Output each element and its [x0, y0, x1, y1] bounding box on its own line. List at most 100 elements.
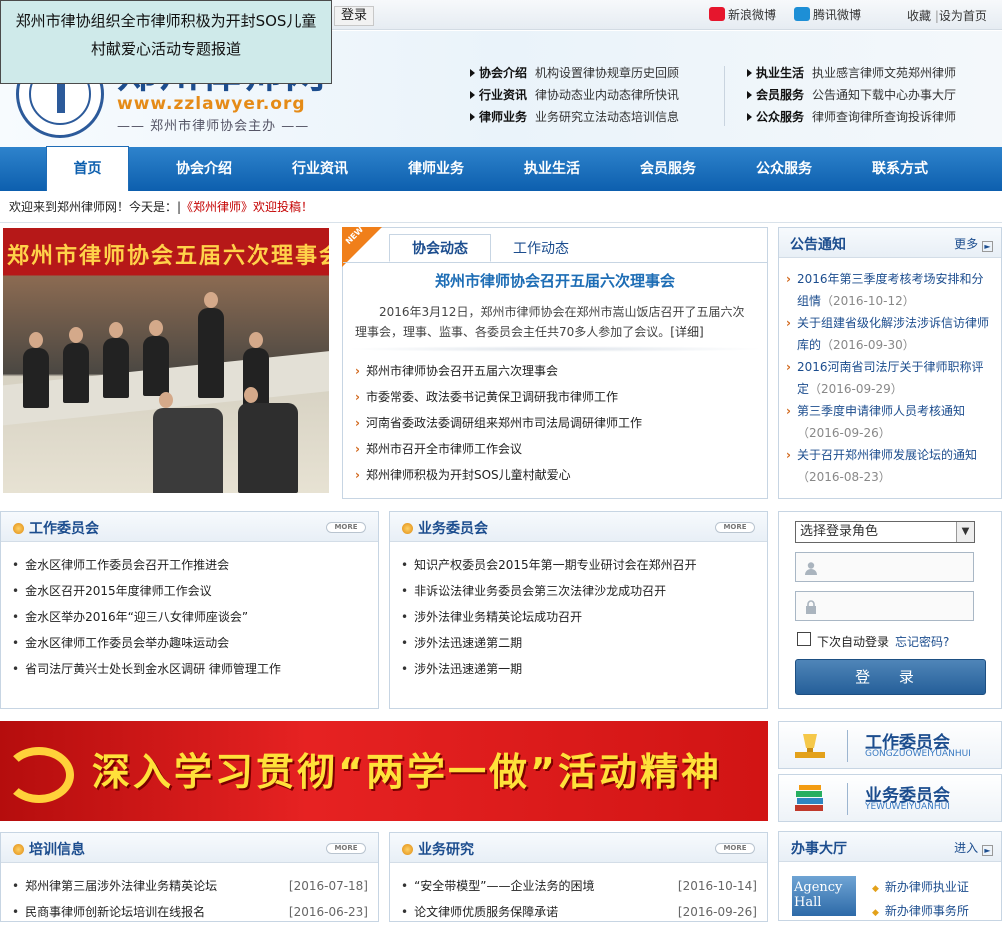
list-item[interactable]: 郑州律第三届涉外法律业务精英论坛 [2016-07-18] [12, 873, 368, 899]
business-committee-button[interactable]: 业务委员会 YEWUWEIYUANHUI [778, 774, 1002, 822]
header-nav-link[interactable]: 律协动态 [535, 88, 583, 102]
header-nav-link[interactable]: 培训信息 [631, 110, 679, 124]
header-nav-link[interactable]: 郑州律师 [908, 66, 956, 80]
list-item[interactable]: “安全带模型”——企业法务的困境 [2016-10-14] [401, 873, 757, 899]
notice-item[interactable]: 第三季度申请律师人员考核通知 （2016-09-26） [786, 400, 993, 444]
sina-weibo-link[interactable]: 新浪微博 [709, 7, 776, 23]
list-item[interactable]: 论文律师优质服务保障承诺 [2016-09-26] [401, 899, 757, 925]
list-item-date: [2016-07-18] [288, 879, 368, 893]
header-nav-link[interactable]: 投诉律师 [908, 110, 956, 124]
role-select[interactable]: 选择登录角色 ▼ [795, 521, 975, 543]
header-nav-title[interactable]: 律师业务 [479, 110, 527, 124]
more-label: 更多 [954, 237, 979, 251]
nav-member-services[interactable]: 会员服务 [610, 147, 726, 191]
login-button[interactable]: 登 录 [795, 659, 986, 695]
header-nav-link[interactable]: 律师文苑 [860, 66, 908, 80]
header-nav-link[interactable]: 业务研究 [535, 110, 583, 124]
list-item[interactable]: 金水区律师工作委员会召开工作推进会 [12, 552, 372, 578]
list-item[interactable]: 市委常委、政法委书记黄保卫调研我市律师工作 [355, 384, 755, 410]
agency-hall-image[interactable]: Agency Hall [792, 876, 856, 916]
list-item[interactable]: 知识产权委员会2015年第一期专业研讨会在郑州召开 [401, 552, 761, 578]
news-detail-link[interactable]: [详细] [670, 325, 703, 339]
nav-home[interactable]: 首页 [46, 146, 129, 192]
more-button[interactable]: MORE [715, 843, 755, 854]
header-nav-link[interactable]: 公告通知 [812, 88, 860, 102]
set-home-link[interactable]: 设为首页 [939, 9, 987, 23]
list-item[interactable]: 郑州市召开全市律师工作会议 [355, 436, 755, 462]
password-input[interactable] [795, 591, 974, 621]
header-nav-title[interactable]: 公众服务 [756, 110, 804, 124]
news-headline[interactable]: 郑州市律师协会召开五届六次理事会 [343, 270, 767, 291]
research-title: 业务研究 [402, 839, 474, 859]
logo-subtitle: —— 郑州市律师协会主办 —— [117, 119, 310, 134]
header-nav-title[interactable]: 行业资讯 [479, 88, 527, 102]
notice-more-link[interactable]: 更多 ► [954, 235, 993, 252]
list-item[interactable]: 金水区举办2016年“迎三八女律师座谈会” [12, 604, 372, 630]
notice-item[interactable]: 2016河南省司法厅关于律师职称评定（2016-09-29） [786, 356, 993, 400]
notice-item-date: （2016-09-29） [809, 382, 903, 396]
list-item[interactable]: 金水区律师工作委员会举办趣味运动会 [12, 630, 372, 656]
list-item[interactable]: 省司法厅黄兴士处长到金水区调研 律师管理工作 [12, 656, 372, 682]
work-committee-title-text: 工作委员会 [29, 521, 99, 537]
service-hall-enter-link[interactable]: 进入 ► [954, 839, 993, 856]
training-title-text: 培训信息 [29, 842, 85, 858]
top-login-link[interactable]: 登录 [334, 6, 375, 26]
list-item[interactable]: 郑州市律师协会召开五届六次理事会 [355, 358, 755, 384]
list-item[interactable]: 郑州律师积极为开封SOS儿童村献爱心 [355, 462, 755, 488]
notice-item[interactable]: 2016年第三季度考核考场安排和分组情（2016-10-12） [786, 268, 993, 312]
header-nav-link[interactable]: 历史回顾 [631, 66, 679, 80]
header-nav-title[interactable]: 会员服务 [756, 88, 804, 102]
list-item[interactable]: 新办律师执业证 [872, 876, 969, 900]
campaign-banner[interactable]: 深入学习贯彻“两学一做”活动精神 [0, 721, 768, 821]
nav-about[interactable]: 协会介绍 [146, 147, 262, 191]
notice-item[interactable]: 关于组建省级化解涉法涉诉信访律师库的（2016-09-30） [786, 312, 993, 356]
nav-public-services[interactable]: 公众服务 [726, 147, 842, 191]
work-committee-button[interactable]: 工作委员会 GONGZUOWEIYUANHUI [778, 721, 1002, 769]
list-item[interactable]: 民商事律师创新论坛培训在线报名 [2016-06-23] [12, 899, 368, 925]
notice-item-date: （2016-09-30） [821, 338, 915, 352]
nav-practice-life[interactable]: 执业生活 [494, 147, 610, 191]
nav-lawyer-business[interactable]: 律师业务 [378, 147, 494, 191]
header-nav-link[interactable]: 机构设置 [535, 66, 583, 80]
header-nav-link[interactable]: 立法动态 [583, 110, 631, 124]
bullet-icon [402, 844, 413, 855]
tab-association-news[interactable]: 协会动态 [389, 234, 491, 262]
notice-item[interactable]: 关于召开郑州律师发展论坛的通知 （2016-08-23） [786, 444, 993, 488]
photo-banner-text: 郑州市律师协会五届六次理事会 [7, 244, 329, 269]
sina-weibo-label: 新浪微博 [728, 8, 777, 22]
list-item[interactable]: 涉外法迅速递第二期 [401, 630, 761, 656]
username-input[interactable] [795, 552, 974, 582]
header-nav-link[interactable]: 业内动态 [583, 88, 631, 102]
nav-contact[interactable]: 联系方式 [842, 147, 958, 191]
forgot-password-link[interactable]: 忘记密码? [895, 633, 949, 650]
header-nav-link[interactable]: 律所查询 [860, 110, 908, 124]
tab-work-news[interactable]: 工作动态 [498, 236, 584, 262]
chevron-right-icon: ► [982, 845, 993, 856]
submission-notice-link[interactable]: 《郑州律师》欢迎投稿！ [181, 200, 313, 214]
header-nav-link[interactable]: 律师查询 [812, 110, 860, 124]
list-item[interactable]: 涉外法迅速递第一期 [401, 656, 761, 682]
tencent-weibo-label: 腾讯微博 [813, 8, 862, 22]
header-nav-link[interactable]: 执业感言 [812, 66, 860, 80]
list-item[interactable]: 新办律师事务所 [872, 900, 969, 924]
service-hall-list: 新办律师执业证 新办律师事务所 [872, 876, 969, 924]
more-button[interactable]: MORE [326, 522, 366, 533]
list-item[interactable]: 涉外法律业务精英论坛成功召开 [401, 604, 761, 630]
more-button[interactable]: MORE [715, 522, 755, 533]
nav-industry-news[interactable]: 行业资讯 [262, 147, 378, 191]
header-nav-link[interactable]: 办事大厅 [908, 88, 956, 102]
header-nav-link[interactable]: 律所快讯 [631, 88, 679, 102]
auto-login-checkbox[interactable] [797, 632, 811, 646]
list-item[interactable]: 河南省委政法委调研组来郑州市司法局调研律师工作 [355, 410, 755, 436]
business-committee-title-text: 业务委员会 [418, 521, 488, 537]
header-nav-title[interactable]: 执业生活 [756, 66, 804, 80]
news-photo[interactable]: 郑州市律师协会五届六次理事会 [3, 228, 329, 493]
favorite-link[interactable]: 收藏 [907, 9, 931, 23]
list-item[interactable]: 非诉讼法律业务委员会第三次法律沙龙成功召开 [401, 578, 761, 604]
list-item[interactable]: 金水区召开2015年度律师工作会议 [12, 578, 372, 604]
header-nav-title[interactable]: 协会介绍 [479, 66, 527, 80]
tencent-weibo-link[interactable]: 腾讯微博 [794, 7, 861, 23]
more-button[interactable]: MORE [326, 843, 366, 854]
header-nav-link[interactable]: 律协规章 [583, 66, 631, 80]
header-nav-link[interactable]: 下载中心 [860, 88, 908, 102]
